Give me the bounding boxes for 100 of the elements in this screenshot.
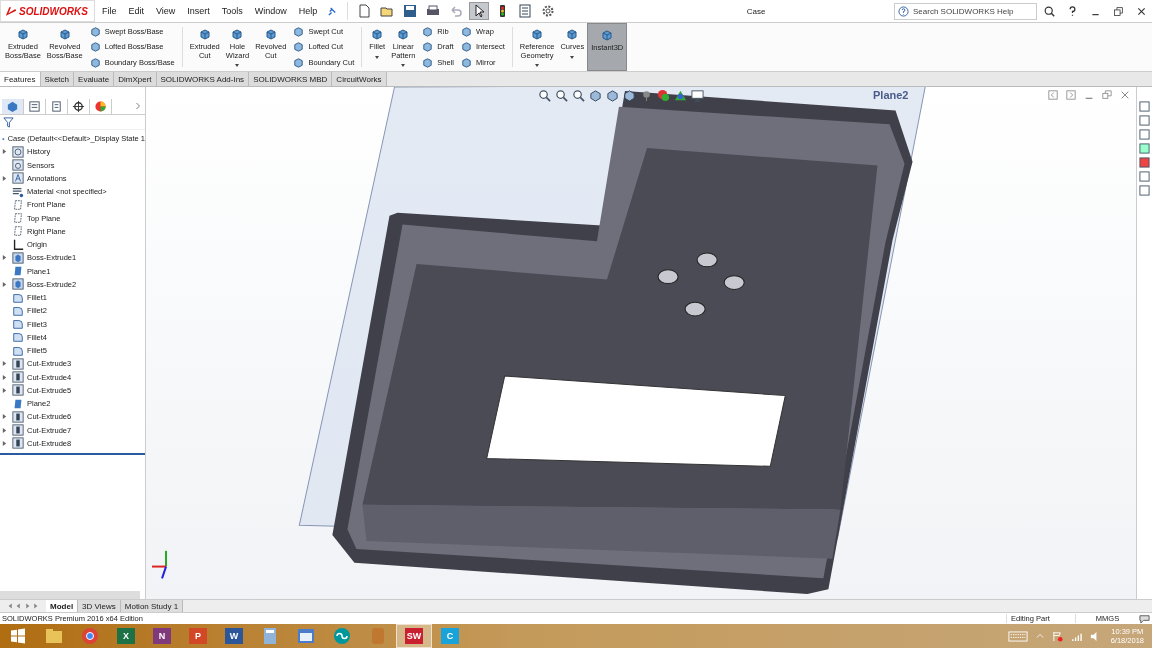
- flag-icon[interactable]: [1051, 630, 1063, 642]
- feature-icon: [88, 55, 102, 69]
- zoom-to-fit-icon[interactable]: [538, 89, 551, 102]
- feature-manager-tab[interactable]: [2, 98, 24, 114]
- menu-item[interactable]: File: [96, 6, 122, 16]
- part-model-drawing[interactable]: [332, 90, 913, 595]
- search-icon[interactable]: [1044, 5, 1055, 17]
- cube-icon: [6, 99, 19, 113]
- dropdown-caret-icon[interactable]: [401, 64, 406, 67]
- command-tab[interactable]: CircuitWorks: [332, 72, 387, 86]
- origin-icon: [12, 238, 24, 251]
- feature-icon: [460, 25, 473, 39]
- feature-icon: [370, 27, 385, 41]
- new-document-icon: [357, 4, 372, 18]
- command-tab[interactable]: Features: [0, 72, 41, 86]
- view-tab[interactable]: Model: [46, 600, 79, 612]
- taskbar-app[interactable]: SW: [396, 624, 432, 648]
- save-icon: [403, 4, 418, 18]
- section-view-icon[interactable]: [589, 89, 602, 102]
- plane-label: Plane2: [873, 89, 909, 101]
- plane-icon: [12, 225, 24, 238]
- logo-icon: [5, 5, 17, 17]
- expand-arrow-icon[interactable]: [2, 373, 7, 381]
- cut-icon: [12, 357, 24, 370]
- taskbar-app[interactable]: W: [216, 624, 252, 648]
- expand-arrow-icon[interactable]: [2, 280, 7, 288]
- feature-icon: [230, 27, 245, 41]
- command-tab[interactable]: Evaluate: [74, 72, 115, 86]
- select-button[interactable]: [469, 2, 490, 20]
- expand-arrow-icon[interactable]: [2, 413, 7, 421]
- dropdown-caret-icon[interactable]: [535, 64, 540, 67]
- window-title: Case: [745, 6, 767, 16]
- horizontal-scrollbar[interactable]: [0, 591, 140, 599]
- feature-icon: [530, 27, 545, 41]
- windows-start-icon[interactable]: [10, 628, 26, 644]
- taskbar-app[interactable]: P: [180, 624, 216, 648]
- menu-item[interactable]: Tools: [216, 6, 248, 16]
- expand-arrow-icon[interactable]: [2, 148, 7, 156]
- menu-item[interactable]: Help: [293, 6, 323, 16]
- command-tab[interactable]: DimXpert: [114, 72, 157, 86]
- solidworks-logo[interactable]: SOLIDWORKS: [0, 0, 95, 22]
- scene-icon[interactable]: [674, 89, 687, 102]
- gear-icon: [541, 4, 556, 18]
- restore-icon[interactable]: [1102, 90, 1112, 100]
- view-tab[interactable]: 3D Views: [78, 600, 121, 612]
- history-icon: [12, 145, 24, 158]
- plane-icon: [12, 198, 24, 211]
- menu-item[interactable]: Window: [249, 6, 292, 16]
- folder-icon: [45, 627, 63, 645]
- window-icon: [297, 627, 315, 645]
- feature-icon: [57, 27, 72, 41]
- calculator-icon: [261, 627, 279, 645]
- expand-arrow-icon[interactable]: [2, 439, 7, 447]
- document-list-icon: [518, 4, 533, 18]
- help-menu-icon[interactable]: [1067, 5, 1078, 17]
- view-tab[interactable]: Motion Study 1: [120, 600, 184, 612]
- taskbar-app[interactable]: N: [144, 624, 180, 648]
- feature-icon: [292, 25, 306, 39]
- command-tab[interactable]: SOLIDWORKS Add-Ins: [156, 72, 250, 86]
- fillet-icon: [12, 331, 24, 344]
- feature-icon: [600, 28, 615, 42]
- refplane-icon: [12, 397, 24, 410]
- plane-icon: [12, 212, 24, 225]
- feature-icon: [15, 27, 30, 41]
- search-field[interactable]: Search SOLIDWORKS Help: [894, 2, 1037, 20]
- monitor-icon[interactable]: [691, 89, 704, 102]
- fillet-icon: [12, 304, 24, 317]
- pin-icon[interactable]: [328, 6, 338, 16]
- feature-icon: [88, 25, 102, 39]
- zoom-area-icon[interactable]: [555, 89, 568, 102]
- display-style-icon[interactable]: [623, 89, 636, 102]
- taskbar-app[interactable]: X: [108, 624, 144, 648]
- expand-arrow-icon[interactable]: [2, 426, 7, 434]
- fillet-icon: [12, 344, 24, 357]
- menu-item[interactable]: View: [150, 6, 181, 16]
- menu-item[interactable]: Edit: [123, 6, 149, 16]
- browser-icon: [81, 627, 99, 645]
- expand-arrow-icon[interactable]: [2, 174, 7, 182]
- folder-icon: [380, 4, 395, 18]
- restore-icon[interactable]: [1113, 5, 1124, 17]
- menu-item[interactable]: Insert: [182, 6, 215, 16]
- cut-icon: [12, 410, 24, 423]
- expand-arrow-icon[interactable]: [2, 386, 7, 394]
- speech-bubble-icon[interactable]: [1139, 613, 1150, 624]
- dropdown-caret-icon[interactable]: [375, 55, 380, 59]
- hide-show-icon[interactable]: [640, 89, 653, 102]
- feature-icon: [292, 40, 306, 54]
- axis-triad-icon: [151, 549, 168, 580]
- command-tab[interactable]: SOLIDWORKS MBD: [249, 72, 333, 86]
- command-tab[interactable]: Sketch: [40, 72, 75, 86]
- expand-arrow-icon[interactable]: [2, 254, 7, 262]
- boss-icon: [12, 278, 24, 291]
- close-icon[interactable]: [1136, 5, 1147, 17]
- dropdown-caret-icon[interactable]: [235, 64, 240, 67]
- search-input[interactable]: Search SOLIDWORKS Help: [911, 5, 1033, 17]
- view-orientation-icon[interactable]: [606, 89, 619, 102]
- hole-pattern-drawing[interactable]: [657, 252, 745, 317]
- dropdown-caret-icon[interactable]: [570, 55, 575, 59]
- filter-icon[interactable]: [3, 116, 14, 128]
- expand-arrow-icon[interactable]: [2, 360, 7, 368]
